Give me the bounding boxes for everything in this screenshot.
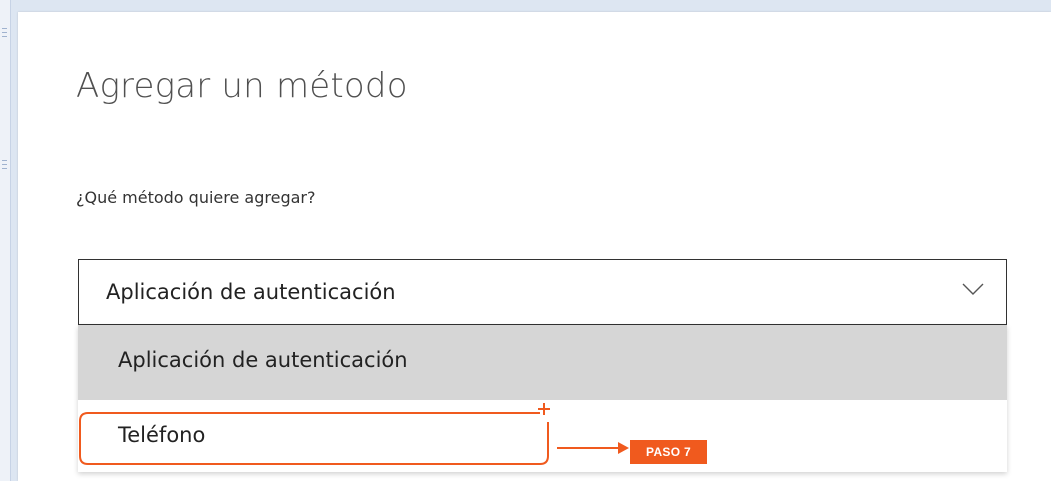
dialog-title: Agregar un método <box>76 66 408 106</box>
edge-mark <box>2 160 7 161</box>
edge-mark <box>2 168 7 169</box>
edge-mark <box>2 164 7 165</box>
edge-mark <box>2 28 7 29</box>
step-badge: PASO 7 <box>630 440 707 464</box>
method-select-value: Aplicación de autenticación <box>106 280 396 304</box>
method-select[interactable]: Aplicación de autenticación <box>78 259 1007 325</box>
edge-mark <box>2 32 7 33</box>
option-label: Teléfono <box>118 423 206 447</box>
method-question-label: ¿Qué método quiere agregar? <box>76 188 316 207</box>
chevron-down-icon <box>962 283 984 295</box>
method-dropdown-list: Aplicación de autenticación Teléfono <box>78 325 1007 472</box>
add-method-dialog: Agregar un método ¿Qué método quiere agr… <box>18 12 1051 481</box>
side-panel-edge <box>0 0 11 481</box>
edge-mark <box>2 36 7 37</box>
option-label: Aplicación de autenticación <box>118 348 408 372</box>
option-phone[interactable]: Teléfono <box>78 400 1007 472</box>
option-authenticator-app[interactable]: Aplicación de autenticación <box>78 325 1007 400</box>
